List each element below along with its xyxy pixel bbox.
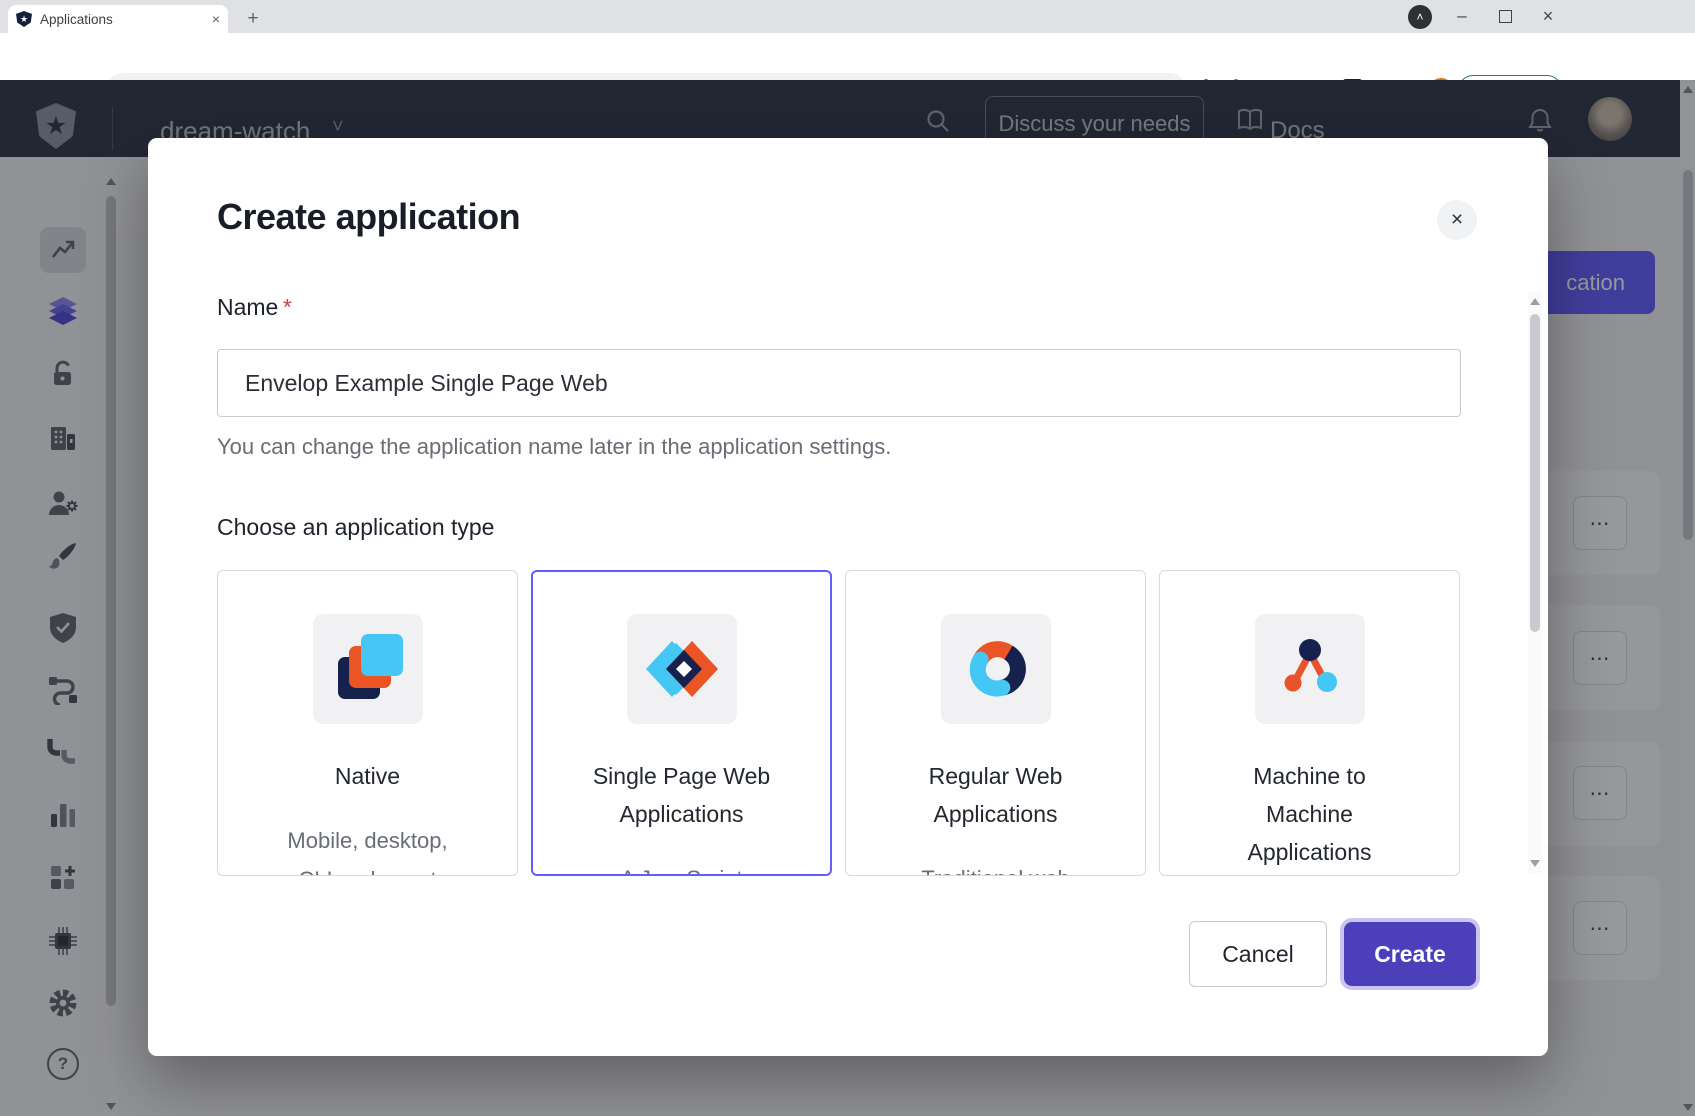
modal-scrollbar[interactable] xyxy=(1528,292,1542,873)
auth0-favicon-icon: ★ xyxy=(16,11,32,27)
modal-scrollbar-thumb[interactable] xyxy=(1530,314,1540,632)
application-name-input[interactable] xyxy=(217,349,1461,417)
window-minimize-button[interactable]: – xyxy=(1450,4,1474,28)
browser-toolbar: ← → ↻ manage.auth0.com/dashboard/eu/drea… xyxy=(0,33,1695,80)
application-type-cards: Native Mobile, desktop, CLI and smart Si… xyxy=(217,570,1461,876)
cancel-button[interactable]: Cancel xyxy=(1189,921,1327,987)
m2m-app-icon xyxy=(1255,614,1365,724)
new-tab-button[interactable]: + xyxy=(240,6,266,32)
card-single-page-web[interactable]: Single Page Web Applications A JavaScrip… xyxy=(531,570,832,876)
regular-web-app-icon xyxy=(941,614,1051,724)
card-title: Native xyxy=(335,757,400,795)
modal-title: Create application xyxy=(217,196,520,238)
browser-tab-strip: ★ Applications × + ˄ – × xyxy=(0,0,1695,33)
name-field-label: Name * xyxy=(217,294,292,321)
application-type-section-label: Choose an application type xyxy=(217,514,494,541)
card-title: Machine to Machine Applications xyxy=(1247,757,1371,871)
card-title: Regular Web Applications xyxy=(929,757,1063,833)
window-maximize-button[interactable] xyxy=(1493,4,1517,28)
card-description: A JavaScript xyxy=(620,859,742,876)
name-label-text: Name xyxy=(217,294,278,320)
card-title: Single Page Web Applications xyxy=(593,757,770,833)
native-app-icon xyxy=(313,614,423,724)
card-machine-to-machine[interactable]: Machine to Machine Applications xyxy=(1159,570,1460,876)
create-application-modal: Create application × Name * You can chan… xyxy=(148,138,1548,1056)
tab-close-icon[interactable]: × xyxy=(212,11,220,27)
card-regular-web[interactable]: Regular Web Applications Traditional web xyxy=(845,570,1146,876)
browser-tab[interactable]: ★ Applications × xyxy=(8,5,228,33)
card-description: Mobile, desktop, CLI and smart xyxy=(287,821,447,876)
scroll-up-icon[interactable] xyxy=(1530,298,1540,305)
window-close-button[interactable]: × xyxy=(1536,4,1560,28)
screen: ★ Applications × + ˄ – × ← → ↻ manage.au… xyxy=(0,0,1695,1116)
tab-title: Applications xyxy=(40,12,212,27)
modal-close-button[interactable]: × xyxy=(1437,200,1477,240)
spa-app-icon xyxy=(627,614,737,724)
create-button[interactable]: Create xyxy=(1344,922,1476,986)
name-helper-text: You can change the application name late… xyxy=(217,434,891,460)
required-asterisk: * xyxy=(283,294,292,320)
browser-update-icon[interactable]: ˄ xyxy=(1408,5,1432,29)
scroll-down-icon[interactable] xyxy=(1530,860,1540,867)
card-native[interactable]: Native Mobile, desktop, CLI and smart xyxy=(217,570,518,876)
card-description: Traditional web xyxy=(921,859,1069,876)
